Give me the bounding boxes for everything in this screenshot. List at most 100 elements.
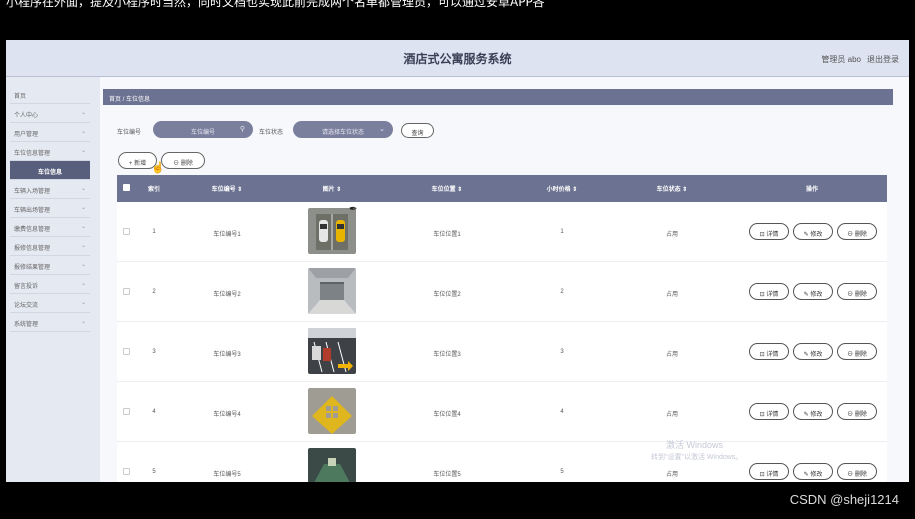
pen-cursor-icon: ✒ bbox=[349, 204, 358, 215]
cell-image[interactable] bbox=[308, 328, 356, 374]
sidebar-item[interactable]: 用户管理 ⌄ bbox=[10, 123, 90, 142]
cell-price: 3 bbox=[560, 349, 564, 355]
sidebar-item-label: 系统管理 bbox=[14, 322, 39, 328]
sidebar-item[interactable]: 系统管理 ⌄ bbox=[10, 313, 90, 332]
select-all-checkbox[interactable] bbox=[123, 184, 130, 191]
row-checkbox[interactable] bbox=[123, 348, 130, 355]
table-row: 3 车位编号3 车位位置3 3 占用 ⊡ 详情 ✎ 修改 ⊖ 删除 bbox=[117, 322, 887, 382]
sidebar-item-label: 个人中心 bbox=[14, 113, 39, 119]
chevron-down-icon: ⌄ bbox=[379, 126, 385, 133]
detail-button[interactable]: ⊡ 详情 bbox=[749, 403, 789, 420]
user-label[interactable]: 管理员 abo bbox=[821, 54, 861, 65]
mouse-cursor-icon: ☝ bbox=[151, 162, 165, 174]
marking-image bbox=[308, 388, 356, 434]
credit-label: CSDN @sheji1214 bbox=[789, 492, 899, 507]
row-checkbox[interactable] bbox=[123, 228, 130, 235]
edit-button[interactable]: ✎ 修改 bbox=[793, 283, 833, 300]
edit-button[interactable]: ✎ 修改 bbox=[793, 343, 833, 360]
delete-button[interactable]: ⊖ 删除 bbox=[837, 343, 877, 360]
sidebar-item[interactable]: 车辆入场管理 ⌄ bbox=[10, 180, 90, 199]
chevron-down-icon: ⌄ bbox=[80, 129, 86, 135]
sidebar-item[interactable]: 车位信息 bbox=[10, 161, 90, 180]
bulk-delete-button[interactable]: ⊖ 删除 bbox=[161, 152, 205, 169]
detail-button[interactable]: ⊡ 详情 bbox=[749, 283, 789, 300]
header: 酒店式公寓服务系统 管理员 abo 退出登录 bbox=[6, 40, 909, 77]
delete-button[interactable]: ⊖ 删除 bbox=[837, 463, 877, 480]
row-checkbox[interactable] bbox=[123, 468, 130, 475]
chevron-down-icon: ⌄ bbox=[80, 205, 86, 211]
cell-image[interactable] bbox=[308, 448, 356, 482]
header-code[interactable]: 车位编号 ⇕ bbox=[177, 184, 277, 193]
tunnel-image bbox=[308, 448, 356, 482]
chevron-down-icon: ⌄ bbox=[80, 319, 86, 325]
breadcrumb: 首页 / 车位信息 bbox=[103, 89, 893, 105]
app-screen: 酒店式公寓服务系统 管理员 abo 退出登录 首页 个人中心 ⌄ 用户管理 ⌄ 车位信息管… bbox=[6, 40, 909, 482]
status-select[interactable]: 请选择车位状态 ⌄ bbox=[293, 121, 393, 138]
cell-image[interactable] bbox=[308, 268, 356, 314]
delete-button[interactable]: ⊖ 删除 bbox=[837, 403, 877, 420]
sidebar-item[interactable]: 论坛交流 ⌄ bbox=[10, 294, 90, 313]
delete-button[interactable]: ⊖ 删除 bbox=[837, 223, 877, 240]
header-image[interactable]: 图片 ⇕ bbox=[282, 184, 382, 193]
row-checkbox[interactable] bbox=[123, 408, 130, 415]
sidebar-item-label: 车辆出场管理 bbox=[14, 208, 51, 214]
search-form: 车位编号 车位编号 ⚲ 车位状态 请选择车位状态 ⌄ 查询 bbox=[117, 121, 517, 139]
cell-status: 占用 bbox=[665, 412, 678, 418]
logout-link[interactable]: 退出登录 bbox=[867, 54, 899, 65]
header-index[interactable]: 索引 bbox=[139, 184, 169, 193]
sidebar-item[interactable]: 报修信息管理 ⌄ bbox=[10, 237, 90, 256]
sidebar-item[interactable]: 首页 bbox=[10, 85, 90, 104]
chevron-down-icon: ⌄ bbox=[80, 262, 86, 268]
cell-code: 车位编号4 bbox=[213, 412, 241, 418]
sidebar-item[interactable]: 个人中心 ⌄ bbox=[10, 104, 90, 123]
code-search-input[interactable]: 车位编号 ⚲ bbox=[153, 121, 253, 138]
sidebar-item-label: 首页 bbox=[14, 94, 27, 100]
cell-image[interactable] bbox=[308, 388, 356, 434]
edit-button[interactable]: ✎ 修改 bbox=[793, 223, 833, 240]
sidebar-item[interactable]: 车位信息管理 ⌄ bbox=[10, 142, 90, 161]
cell-status: 占用 bbox=[665, 232, 678, 238]
table-row: 2 车位编号2 车位位置2 2 占用 ⊡ 详情 ✎ 修改 ⊖ 删除 bbox=[117, 262, 887, 322]
sidebar-item-label: 车位信息 bbox=[37, 170, 62, 176]
sidebar-item[interactable]: 缴费信息管理 ⌄ bbox=[10, 218, 90, 237]
cell-code: 车位编号3 bbox=[213, 352, 241, 358]
overlay-caption: 小程序在外面，提及小程序时当然，同时文档也实现此前完成两个名单都管理员，可以通过… bbox=[6, 0, 545, 9]
detail-button[interactable]: ⊡ 详情 bbox=[749, 223, 789, 240]
header-price[interactable]: 小时价格 ⇕ bbox=[512, 184, 612, 193]
sidebar-item-label: 报修结果管理 bbox=[14, 265, 51, 271]
cell-index: 2 bbox=[152, 289, 156, 295]
detail-button[interactable]: ⊡ 详情 bbox=[749, 463, 789, 480]
search-button[interactable]: 查询 bbox=[401, 123, 434, 138]
sidebar-item[interactable]: 报修结果管理 ⌄ bbox=[10, 256, 90, 275]
cell-status: 占用 bbox=[665, 292, 678, 298]
detail-button[interactable]: ⊡ 详情 bbox=[749, 343, 789, 360]
cell-code: 车位编号1 bbox=[213, 232, 241, 238]
garage-image bbox=[308, 268, 356, 314]
delete-button[interactable]: ⊖ 删除 bbox=[837, 283, 877, 300]
sidebar-item[interactable]: 车辆出场管理 ⌄ bbox=[10, 199, 90, 218]
header-location[interactable]: 车位位置 ⇕ bbox=[392, 184, 502, 193]
chevron-down-icon: ⌄ bbox=[80, 300, 86, 306]
sidebar: 首页 个人中心 ⌄ 用户管理 ⌄ 车位信息管理 ⌄ 车位信息 车辆入场管理 ⌄ 车辆出场管理 ⌄ 缴费信… bbox=[6, 77, 100, 482]
chevron-down-icon: ⌄ bbox=[80, 224, 86, 230]
cell-index: 5 bbox=[152, 469, 156, 475]
chevron-down-icon: ⌄ bbox=[80, 148, 86, 154]
sidebar-item-label: 论坛交流 bbox=[14, 303, 39, 309]
sidebar-item[interactable]: 留言投诉 ⌄ bbox=[10, 275, 90, 294]
sidebar-item-label: 报修信息管理 bbox=[14, 246, 51, 252]
row-actions: ⊡ 详情 ✎ 修改 ⊖ 删除 bbox=[749, 403, 879, 420]
cell-location: 车位位置2 bbox=[433, 292, 461, 298]
chevron-down-icon: ⌄ bbox=[80, 243, 86, 249]
row-actions: ⊡ 详情 ✎ 修改 ⊖ 删除 bbox=[749, 223, 879, 240]
app-title: 酒店式公寓服务系统 bbox=[403, 52, 512, 66]
edit-button[interactable]: ✎ 修改 bbox=[793, 463, 833, 480]
cell-location: 车位位置1 bbox=[433, 232, 461, 238]
chevron-down-icon: ⌄ bbox=[80, 281, 86, 287]
header-status[interactable]: 车位状态 ⇕ bbox=[622, 184, 722, 193]
search-icon: ⚲ bbox=[239, 126, 245, 133]
edit-button[interactable]: ✎ 修改 bbox=[793, 403, 833, 420]
chevron-down-icon: ⌄ bbox=[80, 186, 86, 192]
row-checkbox[interactable] bbox=[123, 288, 130, 295]
cell-price: 2 bbox=[560, 289, 564, 295]
video-top-overlay: 小程序在外面，提及小程序时当然，同时文档也实现此前完成两个名单都管理员，可以通过… bbox=[0, 0, 915, 40]
